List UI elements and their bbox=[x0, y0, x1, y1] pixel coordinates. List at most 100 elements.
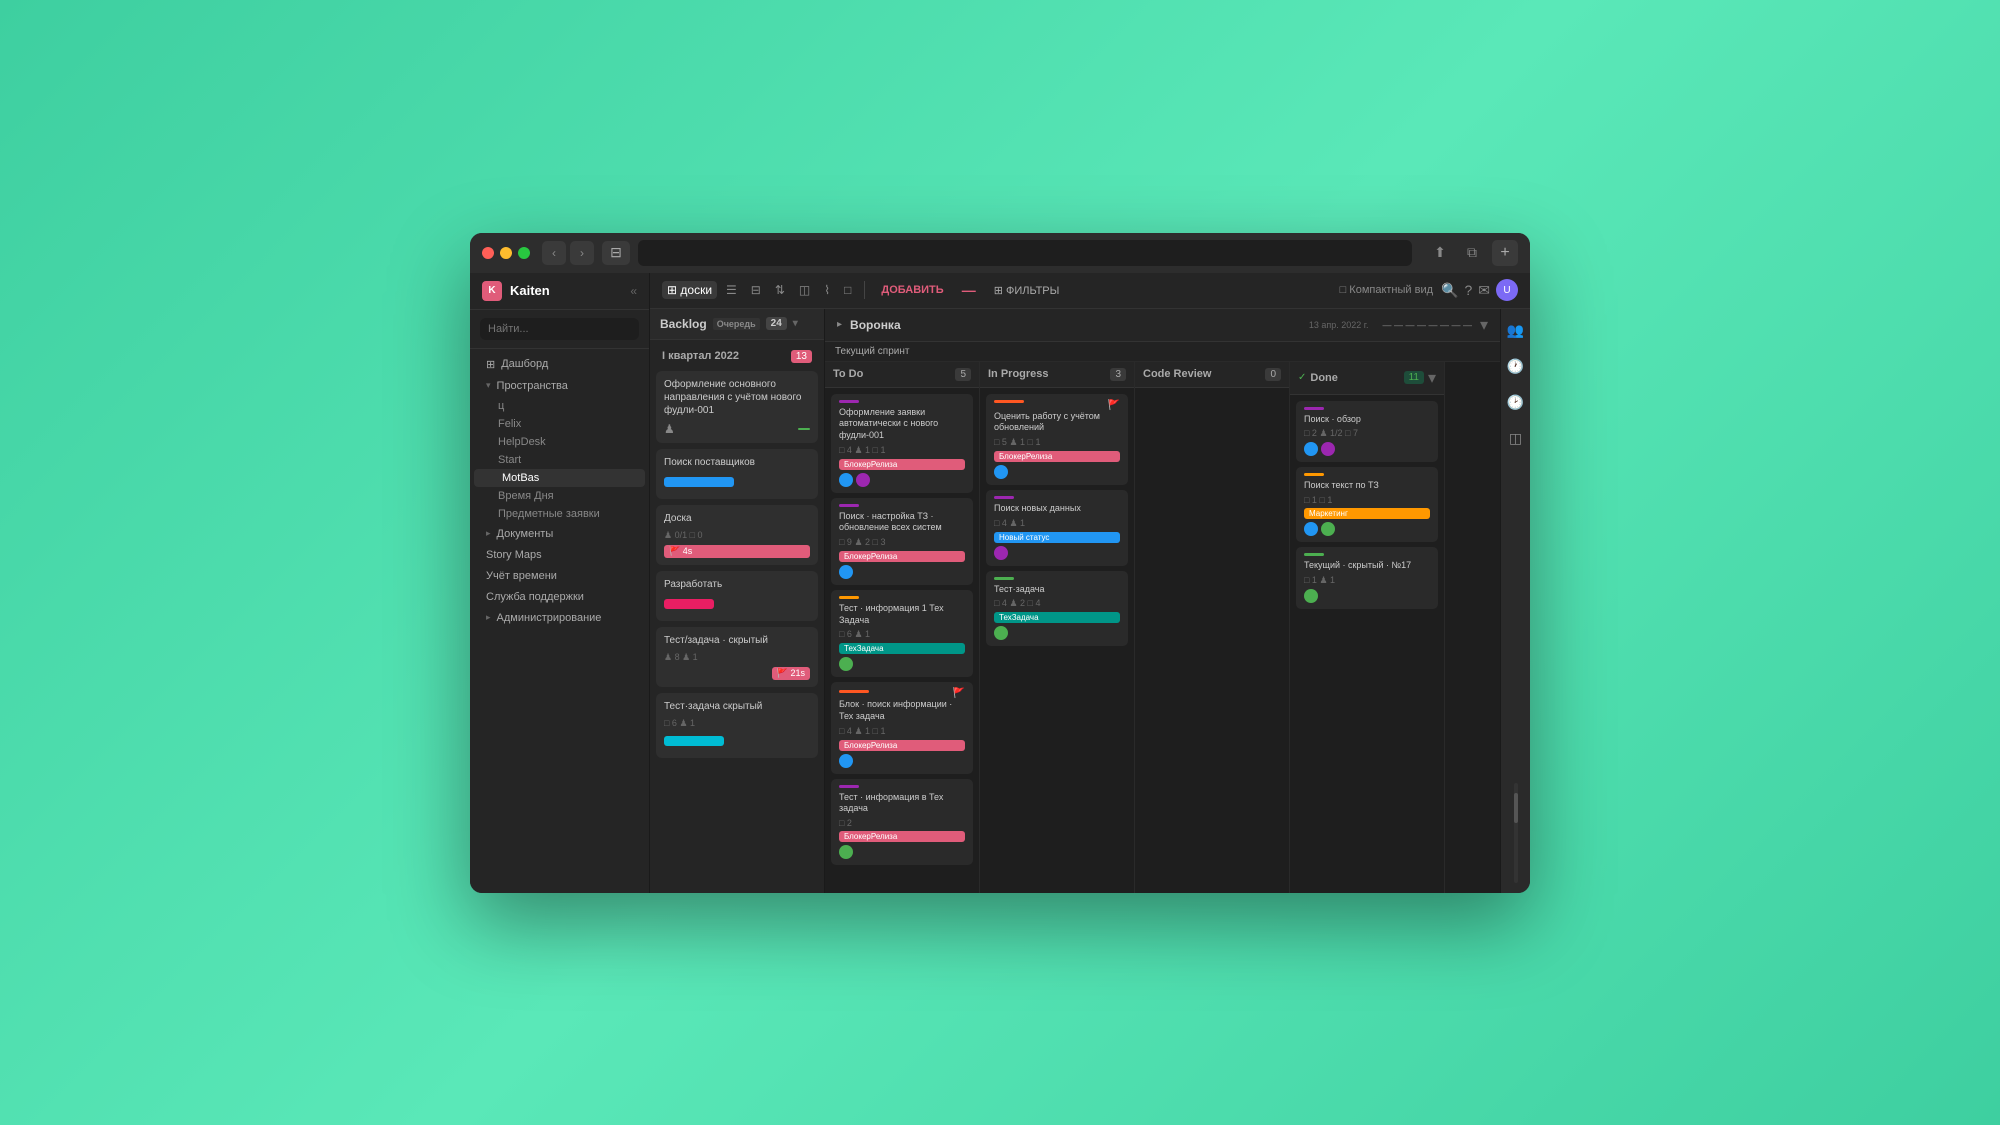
backlog-scroll: I квартал 2022 13 Оформление основного н… bbox=[650, 340, 824, 893]
card-title: Поиск · обзор bbox=[1304, 414, 1430, 426]
sidebar-subitem-helpdesk[interactable]: HelpDesk bbox=[470, 433, 649, 451]
avatar bbox=[1304, 589, 1318, 603]
sidebar-toggle-button[interactable]: ⊟ bbox=[602, 241, 630, 265]
sidebar-item-admin[interactable]: ▸ Администрирование bbox=[474, 608, 645, 628]
filter-button[interactable]: ⊞ ФИЛЬТРЫ bbox=[986, 282, 1068, 299]
filter-label: ФИЛЬТРЫ bbox=[1006, 285, 1059, 297]
card-title: Тест/задача · скрытый bbox=[664, 634, 810, 647]
board-card[interactable]: Текущий · скрытый · №17 □ 1 ♟ 1 bbox=[1296, 547, 1438, 609]
board-title: Воронка bbox=[850, 318, 1301, 332]
backlog-card[interactable]: Тест/задача · скрытый ♟ 8 ♟ 1 🚩 21s bbox=[656, 627, 818, 687]
share-button[interactable]: ⬆ bbox=[1428, 241, 1452, 265]
backlog-card[interactable]: Поиск поставщиков bbox=[656, 449, 818, 499]
view-boards-button[interactable]: ⊞ доски bbox=[662, 281, 717, 299]
backlog-card[interactable]: Тест·задача скрытый □ 6 ♟ 1 bbox=[656, 693, 818, 758]
new-tab-button[interactable]: + bbox=[1492, 240, 1518, 266]
history-icon[interactable]: 🕑 bbox=[1504, 391, 1528, 415]
sidebar-subitem-predmetnye[interactable]: Предметные заявки bbox=[470, 505, 649, 523]
scrollbar-thumb[interactable] bbox=[1514, 793, 1518, 823]
compact-view-button[interactable]: □ Компактный вид bbox=[1340, 284, 1433, 296]
card-title: Поиск · настройка ТЗ · обновление всех с… bbox=[839, 511, 965, 534]
column-header-codereview: Code Review 0 bbox=[1135, 362, 1289, 388]
user-avatar[interactable]: U bbox=[1496, 279, 1518, 301]
back-button[interactable]: ‹ bbox=[542, 241, 566, 265]
board-card[interactable]: Тест · информация 1 Тех Задача □ 6 ♟ 1 Т… bbox=[831, 590, 973, 677]
avatar bbox=[1304, 442, 1318, 456]
sidebar-item-storymaps[interactable]: Story Maps bbox=[474, 545, 645, 565]
help-button[interactable]: ? bbox=[1464, 279, 1472, 301]
backlog-card[interactable]: Оформление основного направления с учёто… bbox=[656, 371, 818, 443]
avatar bbox=[839, 473, 853, 487]
subitem-label: ц bbox=[498, 400, 504, 412]
card-accent bbox=[839, 785, 859, 788]
card-avatars bbox=[994, 546, 1120, 560]
dashboard-icon: ⊞ bbox=[486, 358, 495, 371]
card-title: Оценить работу с учётом обновлений bbox=[994, 411, 1120, 434]
board-card[interactable]: Поиск текст по ТЗ □ 1 □ 1 Маркетинг bbox=[1296, 467, 1438, 542]
clock-icon[interactable]: 🕐 bbox=[1504, 355, 1528, 379]
board-card[interactable]: 🚩 Оценить работу с учётом обновлений □ 5… bbox=[986, 394, 1128, 485]
board-sprint-info: — — — — — — — — bbox=[1382, 320, 1472, 330]
sidebar-item-documents[interactable]: ▸ Документы bbox=[474, 524, 645, 544]
view-sort-button[interactable]: ⇅ bbox=[770, 281, 790, 299]
add-button[interactable]: ДОБАВИТЬ bbox=[873, 282, 951, 298]
board-collapse-button[interactable]: ▾ bbox=[1480, 315, 1488, 335]
minimize-button[interactable] bbox=[500, 247, 512, 259]
fullscreen-button[interactable] bbox=[518, 247, 530, 259]
backlog-card[interactable]: Доска ♟ 0/1 □ 0 🚩 4s bbox=[656, 505, 818, 565]
meta-text: □ 6 ♟ 1 bbox=[664, 718, 695, 729]
board-card[interactable]: Поиск · обзор □ 2 ♟ 1/2 □ 7 bbox=[1296, 401, 1438, 463]
url-bar[interactable] bbox=[638, 240, 1412, 266]
backlog-collapse-button[interactable]: ▾ bbox=[793, 318, 798, 329]
toolbar-right-icons: 🔍 ? ✉ U bbox=[1441, 279, 1518, 301]
sidebar-subitem-motbas[interactable]: MotBas bbox=[474, 469, 645, 487]
sidebar-item-support[interactable]: Служба поддержки bbox=[474, 587, 645, 607]
sidebar-collapse-button[interactable]: « bbox=[630, 284, 637, 298]
column-count-done: 11 bbox=[1404, 371, 1424, 384]
card-accent bbox=[994, 496, 1014, 499]
sidebar-subitem-start[interactable]: Start bbox=[470, 451, 649, 469]
card-meta: □ 2 ♟ 1/2 □ 7 bbox=[1304, 428, 1430, 439]
card-title: Поиск новых данных bbox=[994, 503, 1120, 515]
search-button[interactable]: 🔍 bbox=[1441, 279, 1458, 301]
sidebar-item-time[interactable]: Учёт времени bbox=[474, 566, 645, 586]
board-toggle-icon[interactable]: ▸ bbox=[837, 319, 842, 330]
sidebar-subitem-vremya[interactable]: Время Дня bbox=[470, 487, 649, 505]
card-meta: □ 1 ♟ 1 bbox=[1304, 575, 1430, 586]
compact-icon: □ bbox=[1340, 284, 1347, 296]
sidebar-item-label: Администрирование bbox=[497, 612, 602, 624]
view-other-button[interactable]: □ bbox=[839, 281, 856, 299]
view-chart-button[interactable]: ⌇ bbox=[819, 281, 835, 299]
duplicate-button[interactable]: ⧉ bbox=[1460, 241, 1484, 265]
forward-button[interactable]: › bbox=[570, 241, 594, 265]
done-collapse-button[interactable]: ▾ bbox=[1428, 368, 1436, 388]
backlog-card[interactable]: Разработать bbox=[656, 571, 818, 621]
sidebar-subitem-ts[interactable]: ц bbox=[470, 397, 649, 415]
chevron-icon: ▸ bbox=[486, 528, 491, 539]
search-input[interactable] bbox=[480, 318, 639, 340]
card-accent bbox=[994, 577, 1014, 580]
board-card[interactable]: Поиск новых данных □ 4 ♟ 1 Новый статус bbox=[986, 490, 1128, 566]
view-gantt-button[interactable]: ◫ bbox=[794, 281, 815, 299]
board-card[interactable]: Тест · информация в Тех задача □ 2 Блоке… bbox=[831, 779, 973, 865]
backlog-panel: Backlog Очередь 24 ▾ I квартал 2022 13 О… bbox=[650, 309, 825, 893]
close-button[interactable] bbox=[482, 247, 494, 259]
board-card[interactable]: 🚩 Блок · поиск информации · Тех задача □… bbox=[831, 682, 973, 773]
sidebar-item-spaces[interactable]: ▾ Пространства bbox=[474, 376, 645, 396]
sidebar-item-label: Story Maps bbox=[486, 549, 542, 561]
column-cards-inprogress: 🚩 Оценить работу с учётом обновлений □ 5… bbox=[980, 388, 1134, 893]
team-icon[interactable]: 👥 bbox=[1504, 319, 1528, 343]
view-table-button[interactable]: ⊟ bbox=[746, 281, 766, 299]
mail-button[interactable]: ✉ bbox=[1478, 279, 1490, 301]
column-title: To Do bbox=[833, 368, 951, 380]
board-card[interactable]: Оформление заявки автоматически с нового… bbox=[831, 394, 973, 493]
kaiten-logo: K bbox=[482, 281, 502, 301]
board-card[interactable]: Тест·задача □ 4 ♟ 2 □ 4 ТехЗадача bbox=[986, 571, 1128, 647]
subitem-label: Время Дня bbox=[498, 490, 554, 502]
sidebar-subitem-felix[interactable]: Felix bbox=[470, 415, 649, 433]
board-icon[interactable]: ◫ bbox=[1504, 427, 1528, 451]
card-meta: □ 4 ♟ 2 □ 4 bbox=[994, 598, 1120, 609]
view-list-button[interactable]: ☰ bbox=[721, 281, 742, 299]
board-card[interactable]: Поиск · настройка ТЗ · обновление всех с… bbox=[831, 498, 973, 585]
sidebar-item-dashboard[interactable]: ⊞ Дашборд bbox=[474, 354, 645, 375]
